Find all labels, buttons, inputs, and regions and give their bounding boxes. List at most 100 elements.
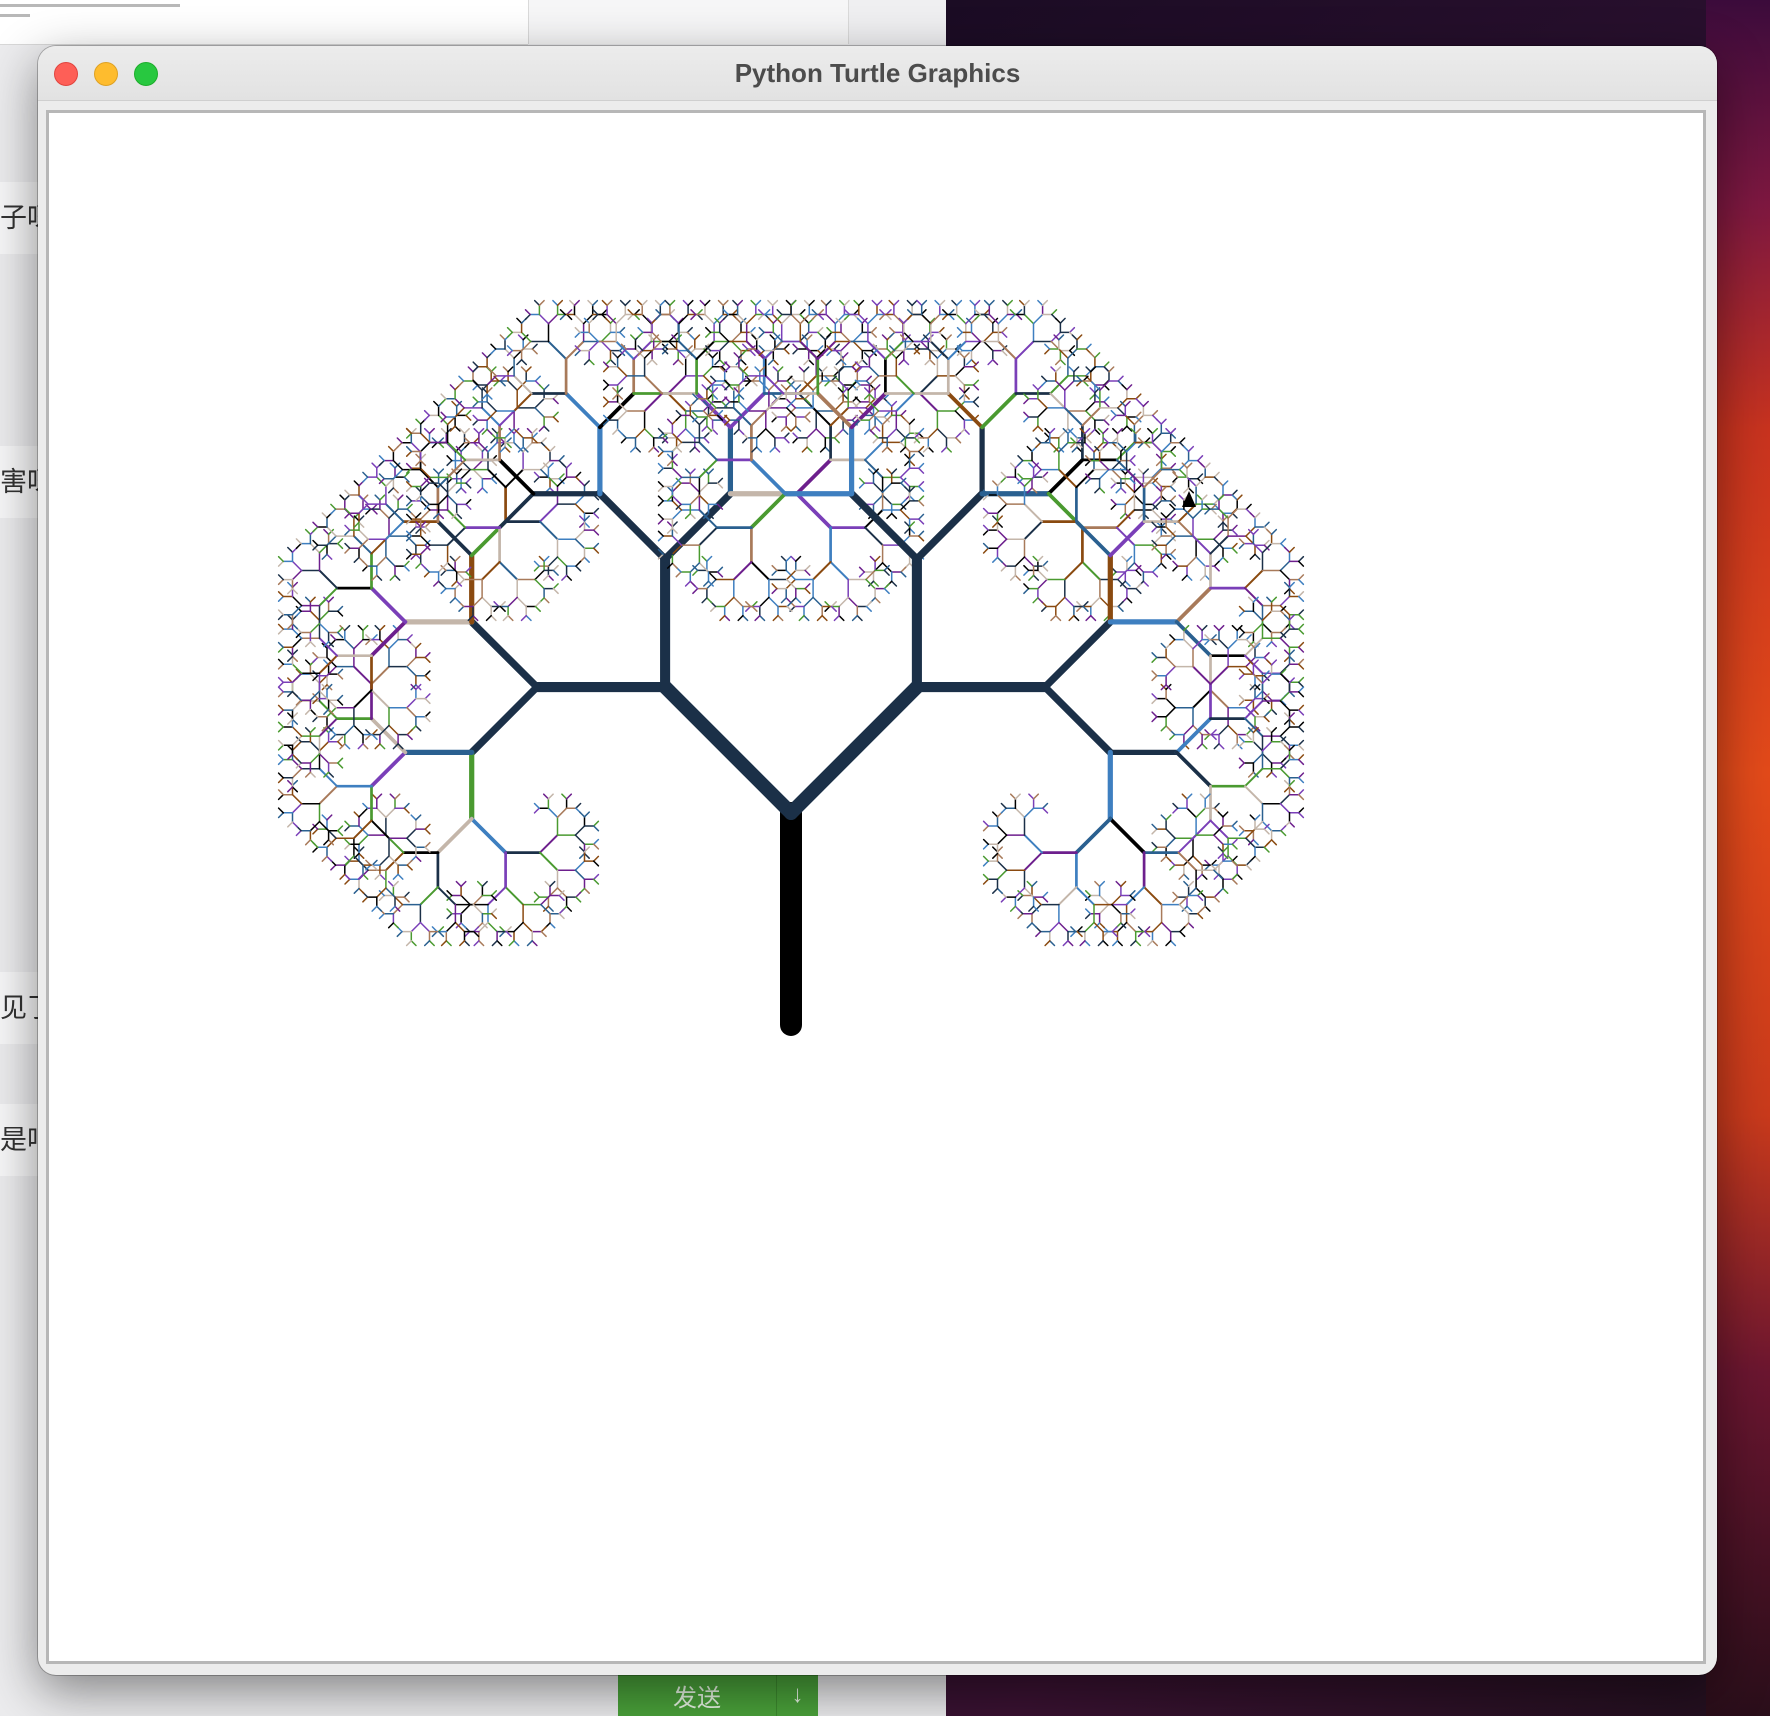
tree-branch <box>619 331 626 338</box>
title-bar[interactable]: Python Turtle Graphics <box>38 46 1717 101</box>
tree-branch <box>1084 940 1091 947</box>
tree-branch <box>1031 880 1038 888</box>
tree-branch <box>1032 313 1044 325</box>
tree-branch <box>733 352 740 359</box>
tree-branch <box>592 820 600 827</box>
tree-branch <box>1014 556 1026 567</box>
tree-branch <box>1254 855 1261 862</box>
tree-branch <box>1186 793 1193 800</box>
tree-branch <box>374 494 381 501</box>
tree-branch <box>657 427 664 435</box>
tree-branch <box>795 384 802 391</box>
tree-branch <box>312 828 319 835</box>
tree-branch <box>840 340 851 352</box>
tree-branch <box>1244 569 1264 590</box>
tree-branch <box>437 580 445 587</box>
tree-branch <box>295 829 302 837</box>
tree-branch <box>918 392 939 412</box>
tree-branch <box>591 299 599 307</box>
tree-branch <box>486 401 497 412</box>
tree-branch <box>694 446 701 453</box>
tree-branch <box>624 299 631 307</box>
tree-branch <box>388 724 399 736</box>
tree-branch <box>538 555 545 562</box>
tree-branch <box>1280 829 1287 837</box>
tree-branch <box>1042 802 1049 809</box>
tree-branch <box>684 468 692 475</box>
tree-branch <box>1071 446 1078 453</box>
tree-branch <box>574 331 581 338</box>
tree-branch <box>883 569 890 576</box>
tree-branch <box>1120 487 1127 494</box>
tree-branch <box>732 561 753 581</box>
tree-branch <box>833 343 840 350</box>
tree-branch <box>1026 922 1033 929</box>
tree-branch <box>1110 414 1117 421</box>
tree-branch <box>889 326 896 334</box>
tree-branch <box>592 542 600 549</box>
tree-branch <box>1172 891 1179 898</box>
tree-branch <box>547 556 559 567</box>
tree-branch <box>689 468 696 475</box>
tree-branch <box>868 366 880 377</box>
send-options-arrow-icon[interactable]: ↓ <box>777 1681 818 1709</box>
tree-branch <box>982 547 990 554</box>
tree-branch <box>1160 814 1167 821</box>
tree-branch <box>616 428 624 435</box>
tree-branch <box>295 740 302 748</box>
tree-branch <box>406 656 417 668</box>
tree-branch <box>1261 740 1273 752</box>
tree-branch <box>573 299 580 307</box>
tree-branch <box>881 482 893 493</box>
tree-branch <box>531 343 538 350</box>
tree-branch <box>1297 663 1305 670</box>
tree-branch <box>890 512 898 520</box>
tree-branch <box>807 359 815 366</box>
tree-branch <box>318 610 330 622</box>
tree-branch <box>1249 553 1256 560</box>
tree-branch <box>1098 487 1106 494</box>
tree-branch <box>539 520 559 541</box>
tree-branch <box>843 299 850 307</box>
tree-branch <box>1199 574 1206 581</box>
tree-branch <box>454 597 461 604</box>
tree-branch <box>534 375 541 382</box>
tree-branch <box>936 428 948 439</box>
tree-branch <box>1110 503 1117 510</box>
tree-branch <box>1263 652 1270 659</box>
tree-branch <box>1183 445 1190 453</box>
tree-branch <box>1055 614 1062 622</box>
tree-branch <box>291 637 303 649</box>
tree-branch <box>309 727 316 734</box>
tree-branch <box>657 495 664 502</box>
tree-branch <box>287 821 294 828</box>
tree-branch <box>1037 555 1044 562</box>
tree-branch <box>806 446 813 453</box>
tree-branch <box>277 595 285 602</box>
tree-branch <box>871 299 878 307</box>
tree-branch <box>609 359 617 366</box>
tree-branch <box>337 694 344 701</box>
tree-branch <box>1263 711 1270 718</box>
tree-branch <box>446 890 453 897</box>
tree-branch <box>714 359 721 366</box>
tree-branch <box>701 425 708 432</box>
tree-branch <box>1231 624 1238 632</box>
tree-branch <box>1098 468 1110 480</box>
tree-branch <box>982 512 990 519</box>
tree-branch <box>785 425 792 432</box>
tree-branch <box>1169 638 1176 646</box>
tree-branch <box>460 922 467 929</box>
tree-branch <box>1238 736 1245 743</box>
tree-branch <box>588 340 600 352</box>
tree-branch <box>705 326 712 334</box>
tree-branch <box>312 656 319 663</box>
send-button[interactable]: 发送 ↓ <box>618 1674 818 1716</box>
tree-branch <box>956 331 963 338</box>
tree-branch <box>1000 471 1007 478</box>
tree-branch <box>423 571 431 578</box>
tree-branch <box>881 446 888 453</box>
tree-branch <box>1151 656 1158 663</box>
tree-branch <box>872 494 884 506</box>
tree-branch <box>996 825 1008 836</box>
